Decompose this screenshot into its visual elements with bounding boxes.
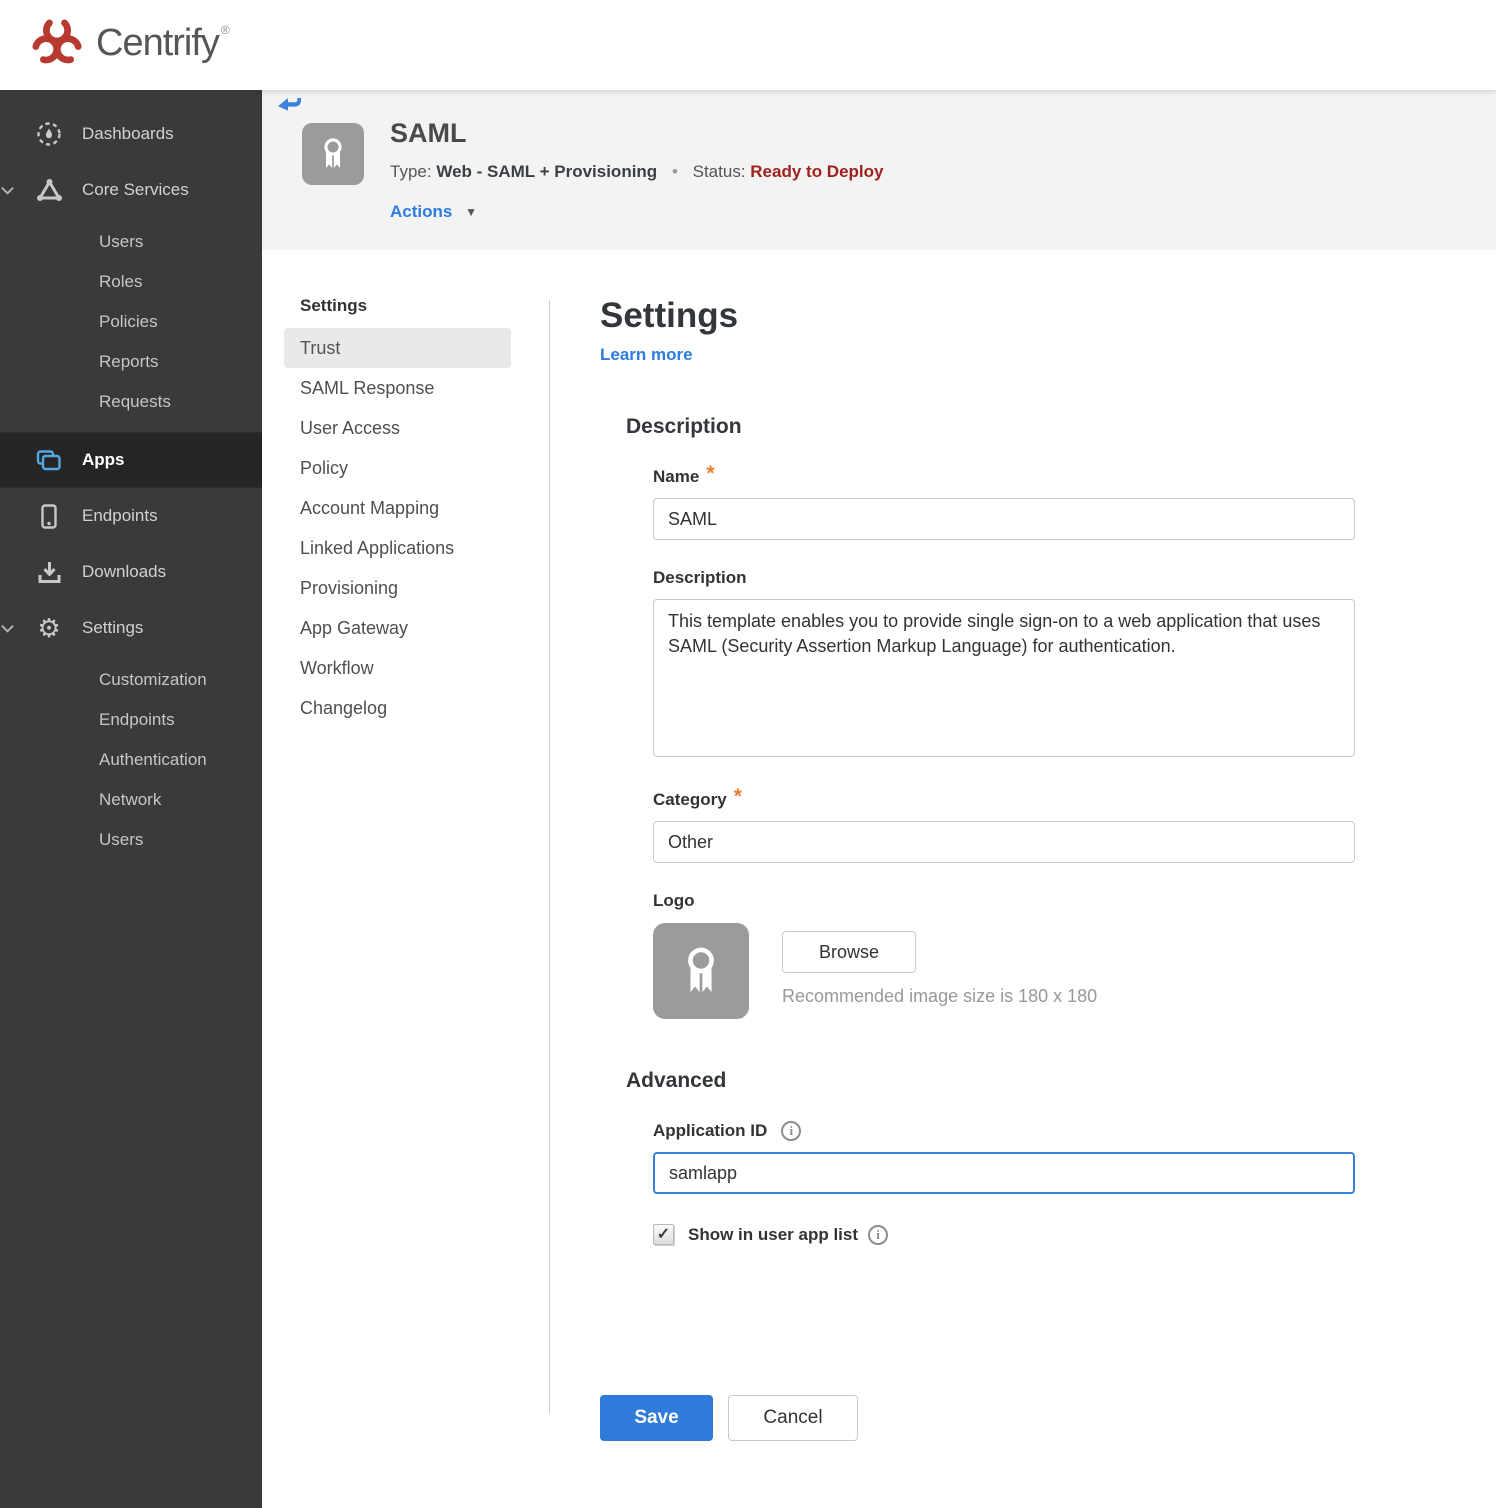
sidebar-item-label: Endpoints	[82, 506, 158, 525]
required-asterisk: *	[706, 462, 715, 485]
learn-more-link[interactable]: Learn more	[600, 345, 693, 365]
sidebar-item-settings[interactable]: ⚙ Settings	[0, 600, 262, 656]
info-icon[interactable]: i	[781, 1121, 802, 1141]
brand-logo: Centrify ®	[28, 13, 230, 73]
sidebar-item-label: Apps	[82, 450, 125, 469]
chevron-down-icon[interactable]	[0, 621, 15, 641]
actions-label: Actions	[390, 202, 453, 221]
app-meta: Type: Web - SAML + Provisioning • Status…	[390, 162, 883, 182]
name-input[interactable]	[653, 498, 1355, 540]
chevron-down-icon[interactable]	[0, 183, 15, 203]
save-button[interactable]: Save	[600, 1395, 713, 1441]
sidebar-item-reports[interactable]: Reports	[0, 342, 262, 382]
subnav-item-policy[interactable]: Policy	[284, 448, 511, 488]
dot-separator: •	[671, 162, 678, 181]
sidebar-item-endpoints-settings[interactable]: Endpoints	[0, 700, 262, 740]
actions-menu-button[interactable]: Actions ▼	[390, 202, 477, 222]
type-label: Type:	[390, 162, 432, 181]
sidebar-item-label: Dashboards	[82, 124, 174, 143]
sidebar-item-downloads[interactable]: Downloads	[0, 544, 262, 600]
name-label: Name *	[653, 462, 715, 486]
check-icon: ✓	[656, 1225, 671, 1243]
vertical-divider	[549, 300, 550, 1413]
sidebar-item-label: Downloads	[82, 562, 167, 581]
show-in-user-app-list-checkbox[interactable]: ✓	[653, 1224, 674, 1245]
subnav-item-trust[interactable]: Trust	[284, 328, 511, 368]
subnav-item-provisioning[interactable]: Provisioning	[284, 568, 511, 608]
subnav-heading: Settings	[300, 296, 368, 315]
category-input[interactable]	[653, 821, 1355, 863]
app-header: SAML Type: Web - SAML + Provisioning • S…	[262, 90, 1496, 250]
required-asterisk: *	[733, 785, 742, 808]
brand-name: Centrify	[96, 22, 220, 64]
page-title: Settings	[600, 296, 739, 335]
category-label: Category *	[653, 785, 742, 809]
subnav-item-app-gateway[interactable]: App Gateway	[284, 608, 511, 648]
sidebar-item-policies[interactable]: Policies	[0, 302, 262, 342]
cancel-button[interactable]: Cancel	[728, 1395, 858, 1441]
downloads-icon	[34, 559, 64, 586]
caret-down-icon: ▼	[465, 205, 477, 219]
sidebar: Dashboards Core Services Users Roles Pol…	[0, 90, 262, 1508]
sidebar-item-authentication[interactable]: Authentication	[0, 740, 262, 780]
sidebar-item-label: Settings	[82, 618, 144, 637]
advanced-section-heading: Advanced	[626, 1069, 727, 1092]
sidebar-item-core-services[interactable]: Core Services	[0, 162, 262, 218]
subnav-item-user-access[interactable]: User Access	[284, 408, 511, 448]
sidebar-item-endpoints[interactable]: Endpoints	[0, 488, 262, 544]
subnav-item-account-mapping[interactable]: Account Mapping	[284, 488, 511, 528]
logo-label: Logo	[653, 891, 695, 910]
core-services-submenu: Users Roles Policies Reports Requests	[0, 218, 262, 432]
show-in-user-app-list-label: Show in user app list	[688, 1224, 859, 1244]
subnav-item-linked-applications[interactable]: Linked Applications	[284, 528, 511, 568]
sidebar-item-customization[interactable]: Customization	[0, 660, 262, 700]
sidebar-item-apps[interactable]: Apps	[0, 432, 262, 488]
sidebar-item-requests[interactable]: Requests	[0, 382, 262, 422]
registered-mark: ®	[220, 23, 230, 37]
description-textarea[interactable]: This template enables you to provide sin…	[653, 599, 1355, 757]
app-logo-preview	[653, 923, 749, 1019]
subnav-item-workflow[interactable]: Workflow	[284, 648, 511, 688]
browse-button[interactable]: Browse	[782, 931, 916, 973]
apps-icon	[34, 447, 64, 473]
sidebar-item-label: Core Services	[82, 180, 189, 199]
sidebar-item-dashboards[interactable]: Dashboards	[0, 106, 262, 162]
sidebar-item-users-settings[interactable]: Users	[0, 820, 262, 860]
description-section-heading: Description	[626, 415, 742, 438]
centrify-logo-icon	[32, 19, 82, 64]
description-label: Description	[653, 568, 747, 587]
settings-panel: Settings Learn more Description Name * D…	[600, 296, 1390, 1441]
sidebar-item-users[interactable]: Users	[0, 222, 262, 262]
subnav-item-changelog[interactable]: Changelog	[284, 688, 511, 728]
app-logo-badge	[302, 123, 364, 185]
info-icon[interactable]: i	[868, 1224, 889, 1245]
application-id-input[interactable]	[653, 1152, 1355, 1194]
logo-size-hint: Recommended image size is 180 x 180	[782, 986, 1098, 1006]
type-value: Web - SAML + Provisioning	[436, 162, 658, 181]
status-label: Status:	[692, 162, 746, 181]
core-services-icon	[34, 177, 64, 204]
status-value: Ready to Deploy	[750, 162, 884, 181]
subnav-item-saml-response[interactable]: SAML Response	[284, 368, 511, 408]
application-id-label: Application ID i	[653, 1121, 802, 1141]
dashboard-icon	[34, 121, 64, 147]
award-ribbon-icon	[688, 947, 714, 993]
app-settings-subnav: Settings Trust SAML Response User Access…	[262, 250, 549, 728]
settings-submenu: Customization Endpoints Authentication N…	[0, 656, 262, 870]
settings-gear-icon: ⚙	[37, 613, 61, 643]
award-ribbon-icon	[324, 138, 342, 169]
app-title: SAML	[390, 118, 467, 148]
endpoints-icon	[34, 503, 64, 530]
back-arrow-icon[interactable]	[277, 97, 301, 122]
sidebar-item-network[interactable]: Network	[0, 780, 262, 820]
top-bar: Centrify ®	[0, 0, 1496, 90]
sidebar-item-roles[interactable]: Roles	[0, 262, 262, 302]
